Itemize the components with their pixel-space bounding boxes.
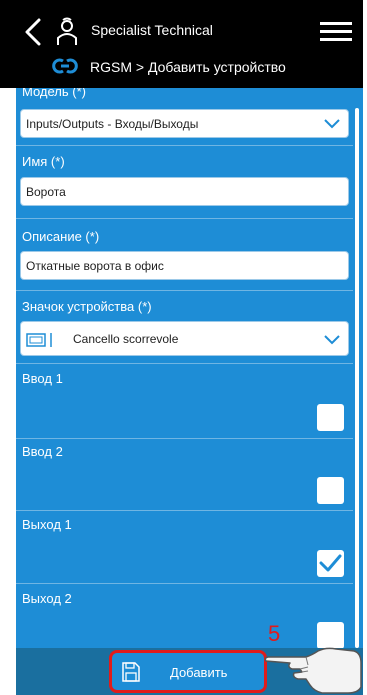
add-button-label: Добавить xyxy=(170,665,228,680)
description-label: Описание (*) xyxy=(22,229,100,244)
divider xyxy=(16,583,353,584)
model-label: Модель (*) xyxy=(22,88,86,99)
input-2-label: Ввод 2 xyxy=(22,444,63,459)
divider xyxy=(16,290,353,291)
breadcrumb: RGSM > Добавить устройство xyxy=(90,59,286,75)
back-icon[interactable] xyxy=(22,18,44,46)
menu-icon[interactable] xyxy=(320,21,352,43)
model-select[interactable]: Inputs/Outputs - Входы/Выходы xyxy=(20,109,349,138)
input-1-label: Ввод 1 xyxy=(22,371,63,386)
name-value: Ворота xyxy=(26,185,66,199)
model-value: Inputs/Outputs - Входы/Выходы xyxy=(26,117,199,131)
output-1-checkbox[interactable] xyxy=(317,550,344,577)
name-field[interactable]: Ворота xyxy=(20,177,349,206)
chevron-down-icon xyxy=(324,119,340,129)
description-field[interactable]: Откатные ворота в офис xyxy=(20,251,349,280)
output-1-label: Выход 1 xyxy=(22,517,72,532)
scrollbar[interactable] xyxy=(355,108,359,648)
input-1-checkbox[interactable] xyxy=(317,404,344,431)
divider xyxy=(16,363,353,364)
chevron-down-icon xyxy=(324,335,340,345)
divider xyxy=(16,145,353,146)
rgsm-logo-icon xyxy=(52,58,78,74)
device-icon-value: Cancello scorrevole xyxy=(73,332,179,346)
app-header: Specialist Technical RGSM > Добавить уст… xyxy=(0,0,363,88)
divider xyxy=(16,510,353,511)
user-icon xyxy=(57,17,77,45)
divider xyxy=(16,438,353,439)
device-icon-select[interactable]: Cancello scorrevole xyxy=(20,321,349,356)
description-value: Откатные ворота в офис xyxy=(26,259,164,273)
add-button[interactable]: Добавить xyxy=(109,650,267,693)
device-icon-label: Значок устройства (*) xyxy=(22,299,152,314)
output-2-label: Выход 2 xyxy=(22,591,72,606)
pointing-hand-icon xyxy=(264,647,362,694)
name-label: Имя (*) xyxy=(22,154,65,169)
device-icon xyxy=(26,333,52,347)
save-icon xyxy=(122,662,140,682)
form-content: Модель (*) Inputs/Outputs - Входы/Выходы… xyxy=(16,88,363,648)
header-title: Specialist Technical xyxy=(91,22,213,38)
divider xyxy=(16,218,353,219)
input-2-checkbox[interactable] xyxy=(317,477,344,504)
checkmark-icon xyxy=(319,554,342,572)
